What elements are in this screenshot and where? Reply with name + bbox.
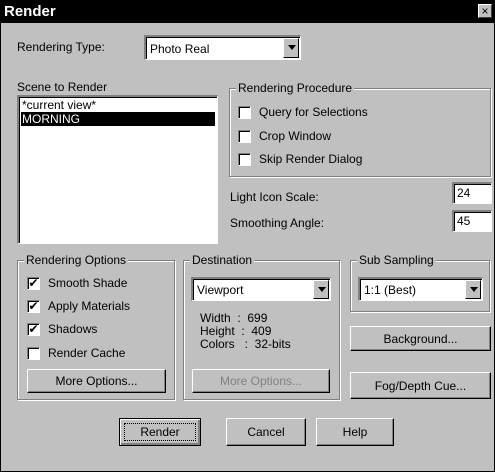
smoothing-angle-input[interactable]: 45 — [452, 210, 492, 232]
query-for-selections-checkbox[interactable] — [238, 106, 251, 119]
fog-depth-cue-label: Fog/Depth Cue... — [374, 378, 467, 393]
smoothing-angle-value: 45 — [457, 214, 471, 228]
sub-sampling-title: Sub Sampling — [357, 253, 436, 267]
destination-value: Viewport — [197, 283, 244, 297]
fog-depth-cue-button[interactable]: Fog/Depth Cue... — [350, 372, 491, 399]
sub-sampling-value: 1:1 (Best) — [364, 283, 417, 297]
cancel-button-label: Cancel — [247, 425, 285, 439]
scene-list[interactable]: *current view* MORNING — [17, 95, 218, 244]
render-button[interactable]: Render — [119, 418, 201, 446]
crop-window-label: Crop Window — [259, 129, 332, 143]
apply-materials-label: Apply Materials — [48, 299, 131, 313]
rendering-type-value: Photo Real — [150, 42, 210, 56]
cancel-button[interactable]: Cancel — [226, 418, 306, 446]
title-bar[interactable]: Render × — [1, 1, 494, 23]
help-button-label: Help — [342, 425, 368, 439]
rendering-procedure-title: Rendering Procedure — [236, 81, 355, 95]
smoothing-angle-label: Smoothing Angle: — [230, 216, 325, 230]
skip-render-dialog-checkbox[interactable] — [238, 153, 251, 166]
destination-more-options-label: More Options... — [219, 374, 303, 388]
shadows-label: Shadows — [48, 322, 98, 336]
destination-width: Width : 699 — [200, 311, 268, 325]
apply-materials-checkbox[interactable]: ✔ — [27, 300, 40, 313]
shadows-checkbox[interactable]: ✔ — [27, 323, 40, 336]
rendering-more-options-label: More Options... — [55, 374, 138, 388]
scene-to-render-label: Scene to Render — [17, 80, 108, 94]
rendering-more-options-button[interactable]: More Options... — [27, 369, 166, 393]
close-icon[interactable]: × — [478, 4, 492, 18]
query-for-selections-label: Query for Selections — [259, 105, 368, 119]
destination-title: Destination — [190, 253, 255, 267]
destination-colors: Colors : 32-bits — [200, 337, 291, 351]
skip-render-dialog-label: Skip Render Dialog — [259, 152, 363, 166]
destination-select[interactable]: Viewport — [191, 277, 331, 301]
render-cache-label: Render Cache — [48, 346, 126, 360]
light-icon-scale-input[interactable]: 24 — [452, 182, 492, 204]
render-button-label: Render — [140, 425, 180, 439]
light-icon-scale-value: 24 — [457, 186, 471, 200]
render-cache-checkbox[interactable] — [27, 347, 40, 360]
rendering-type-select[interactable]: Photo Real — [144, 35, 301, 60]
chevron-down-icon[interactable] — [465, 280, 481, 299]
background-button-label: Background... — [383, 331, 458, 346]
scene-item-current-view[interactable]: *current view* — [21, 98, 215, 112]
light-icon-scale-label: Light Icon Scale: — [230, 190, 319, 204]
rendering-options-title: Rendering Options — [24, 253, 129, 267]
background-button[interactable]: Background... — [350, 326, 491, 351]
chevron-down-icon[interactable] — [313, 280, 329, 299]
crop-window-checkbox[interactable] — [238, 130, 251, 143]
sub-sampling-select[interactable]: 1:1 (Best) — [358, 277, 483, 301]
chevron-down-icon[interactable] — [283, 38, 299, 58]
smooth-shade-checkbox[interactable]: ✔ — [27, 277, 40, 290]
rendering-type-label: Rendering Type: — [17, 40, 105, 54]
scene-item-morning[interactable]: MORNING — [21, 112, 215, 126]
destination-more-options-button[interactable]: More Options... — [192, 369, 330, 393]
destination-height: Height : 409 — [200, 324, 272, 338]
smooth-shade-label: Smooth Shade — [48, 276, 128, 290]
render-dialog: Render × Rendering Type: Photo Real Scen… — [0, 0, 495, 472]
help-button[interactable]: Help — [316, 418, 394, 446]
window-title: Render — [4, 3, 56, 20]
